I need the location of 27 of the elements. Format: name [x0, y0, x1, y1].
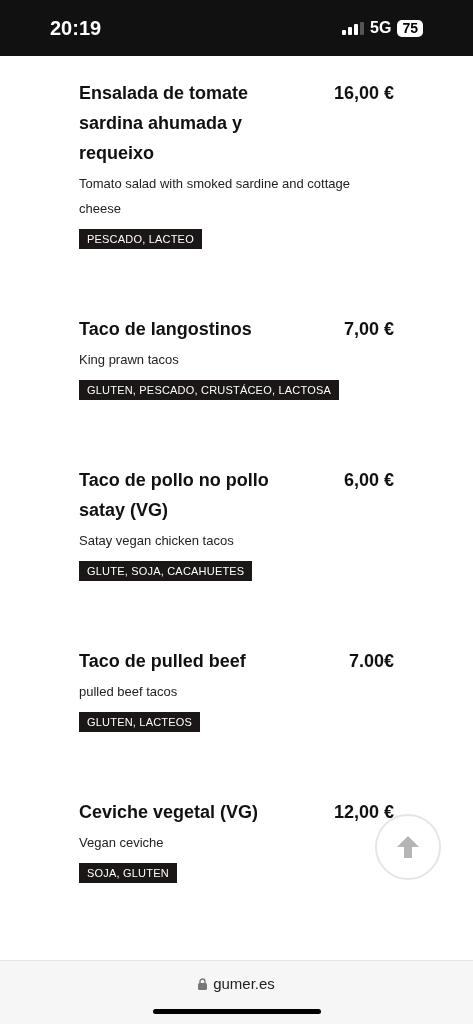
dish-description: pulled beef tacos — [79, 683, 179, 701]
dish-description: Satay vegan chicken tacos — [79, 532, 235, 550]
dish-price: 16,00 € — [333, 82, 394, 105]
lock-icon — [198, 978, 208, 991]
dish-description: Tomato salad with smoked sardine and cottage cheese — [79, 175, 351, 218]
dish-title: Taco de pulled beef — [79, 650, 247, 673]
dish-price: 12,00 € — [333, 801, 394, 824]
network-label: 5G — [370, 18, 392, 38]
battery-indicator: 75 — [397, 19, 423, 37]
dish-price: 6,00 € — [343, 469, 394, 492]
dish-price: 7.00€ — [348, 650, 394, 673]
dish-description: King prawn tacos — [79, 351, 180, 369]
allergen-tag: SOJA, GLUTEN — [79, 863, 177, 883]
dish-title: Ensalada de tomate sardina ahumada y requeixo — [79, 82, 250, 165]
signal-icon — [342, 21, 365, 35]
dish-price: 7,00 € — [343, 318, 394, 341]
arrow-up-icon — [395, 834, 421, 860]
allergen-tag: GLUTE, SOJA, CACAHUETES — [79, 561, 253, 581]
dish-description: Vegan ceviche — [79, 834, 165, 852]
allergen-tag: PESCADO, LACTEO — [79, 229, 202, 249]
allergen-tag: GLUTEN, LACTEOS — [79, 712, 201, 732]
dish-title: Taco de langostinos — [79, 318, 253, 341]
dish-title: Ceviche vegetal (VG) — [79, 801, 260, 824]
allergen-tag: GLUTEN, PESCADO, CRUSTÁCEO, LACTOSA — [79, 380, 339, 400]
dish-title: Taco de pollo no pollo satay (VG) — [79, 469, 270, 522]
clock: 20:19 — [50, 16, 102, 41]
url-text[interactable]: gumer.es — [213, 973, 275, 996]
